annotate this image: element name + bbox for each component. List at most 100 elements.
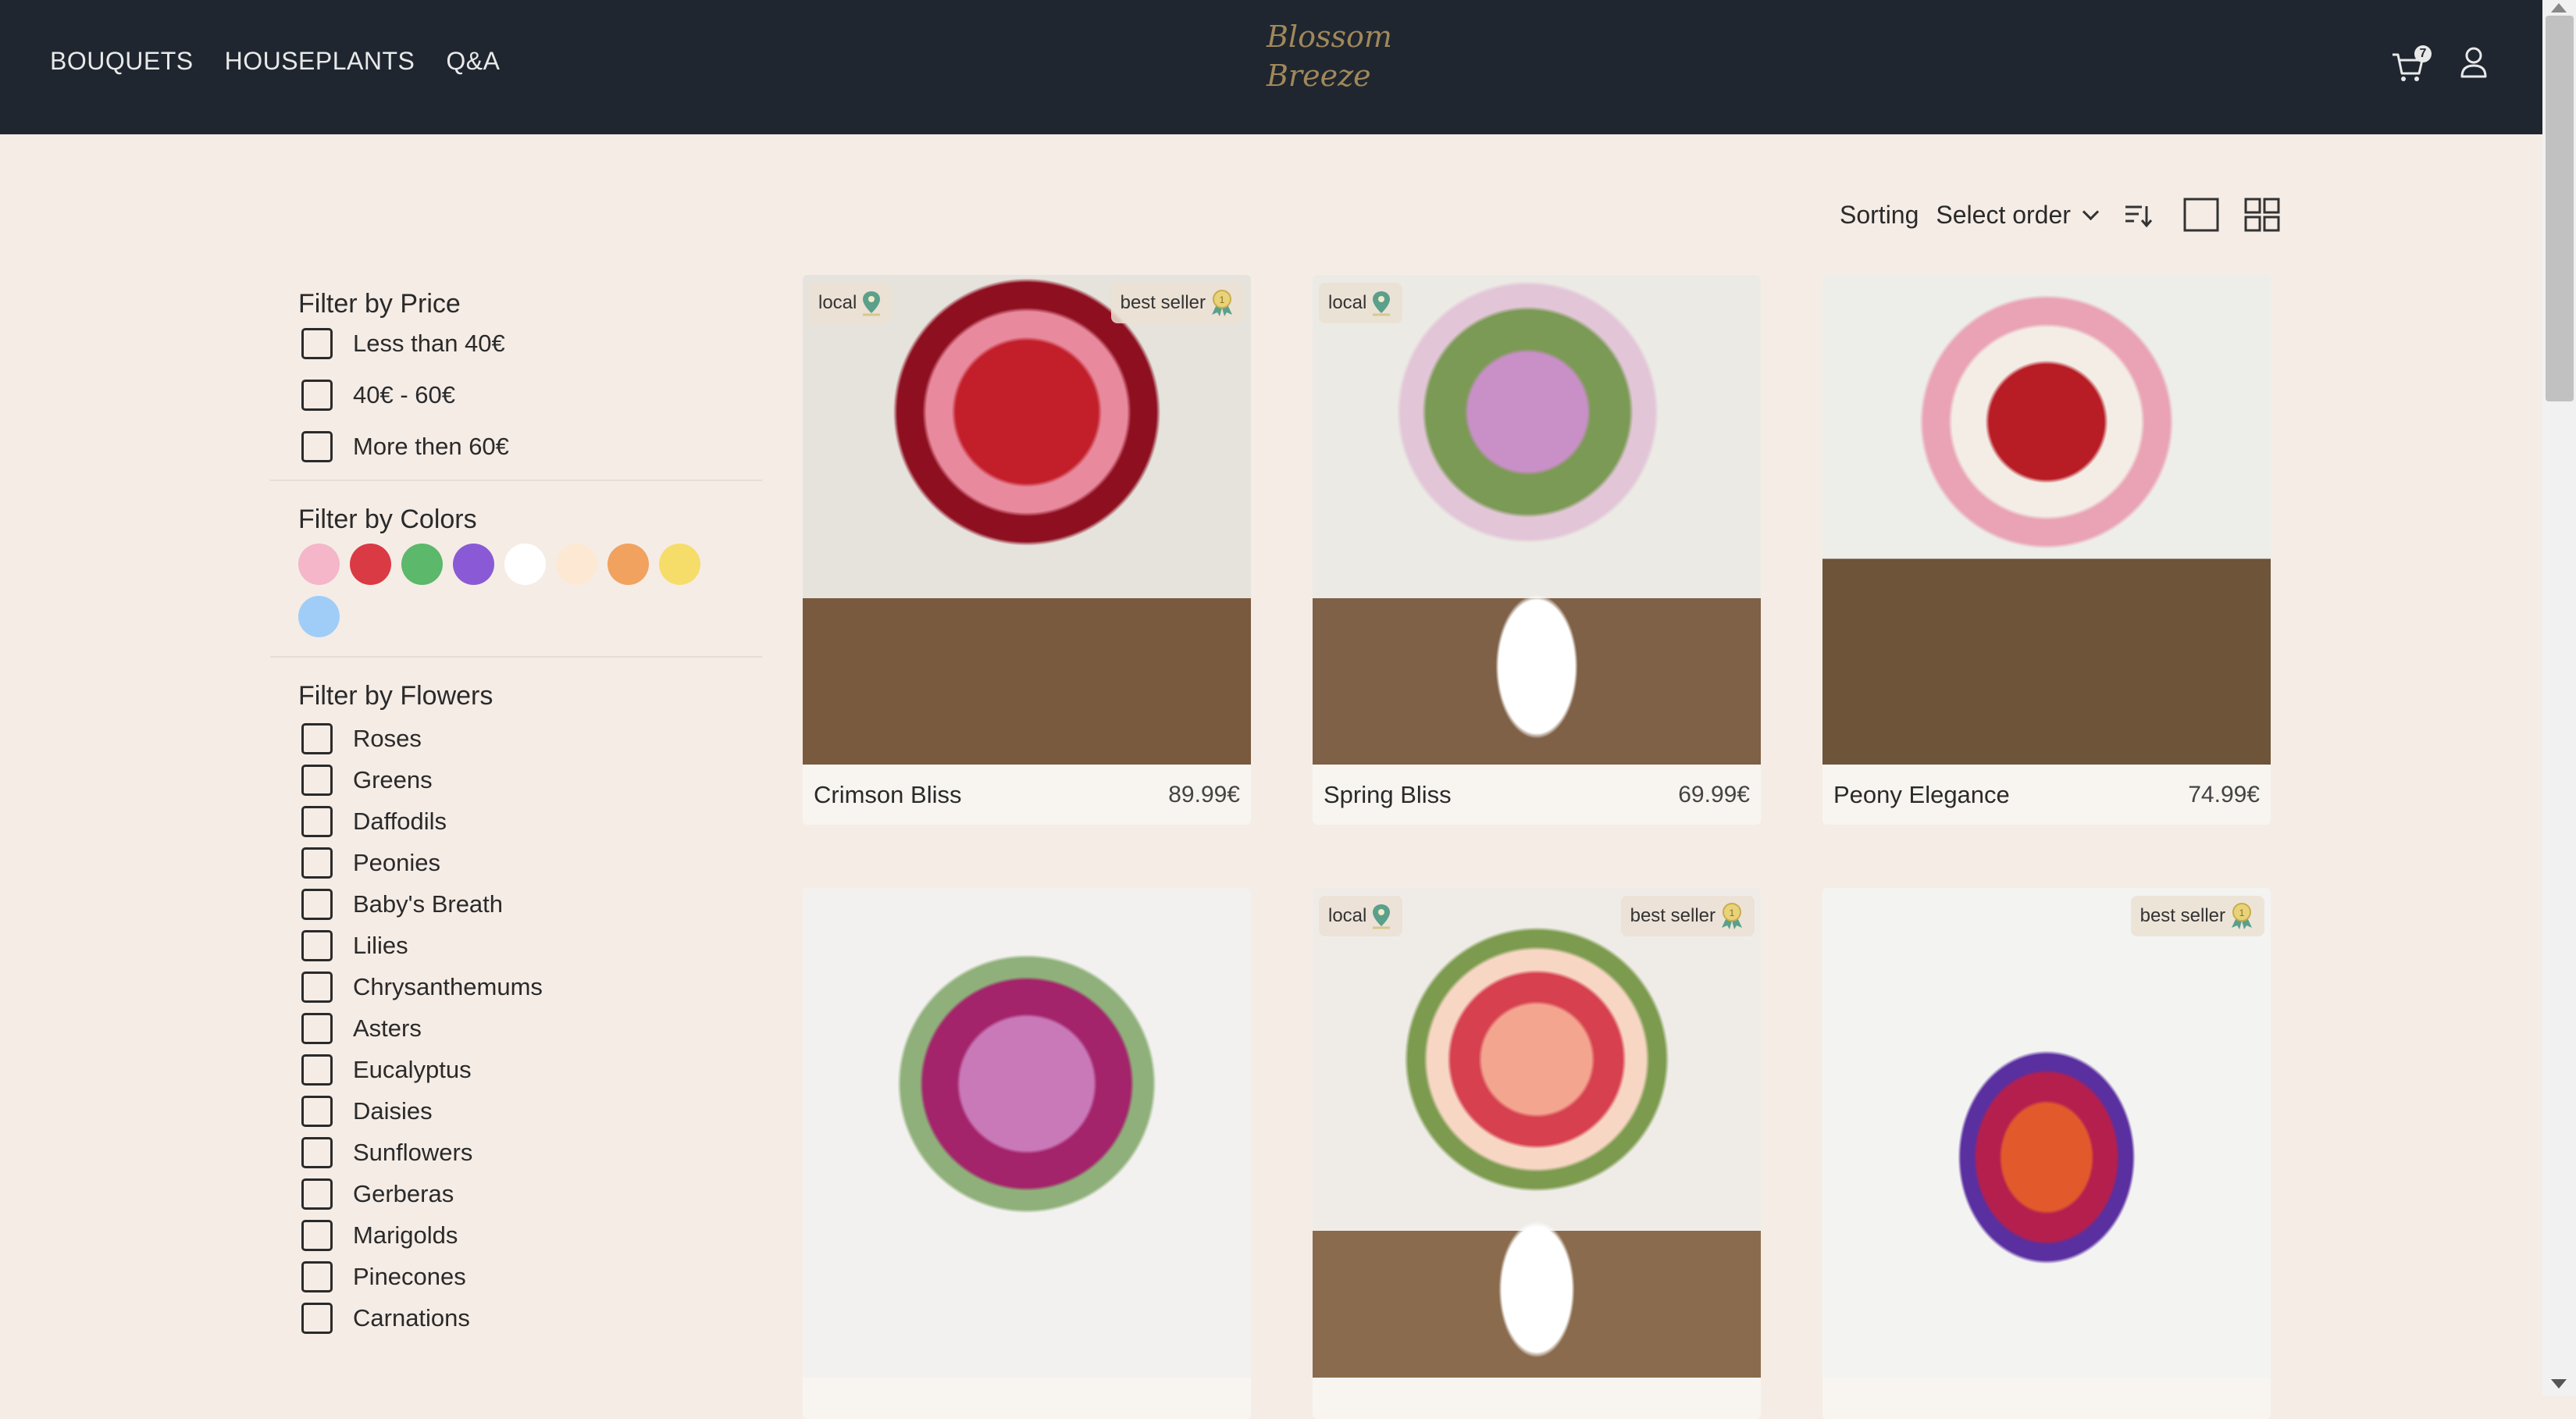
product-card[interactable]: best seller 1 [1822, 888, 2271, 1419]
sort-order-select[interactable]: Select order [1936, 201, 2100, 230]
checkbox[interactable] [301, 328, 333, 359]
product-price: 69.99€ [1678, 781, 1750, 808]
price-option-over-60[interactable]: More then 60€ [301, 431, 762, 462]
single-column-view-icon[interactable] [2182, 197, 2220, 233]
scroll-up-arrow-icon[interactable] [2551, 3, 2567, 12]
best-seller-badge: best seller 1 [1110, 283, 1245, 323]
product-info: Crimson Bliss 89.99€ [803, 765, 1251, 825]
filter-sidebar: Filter by Price Less than 40€ 40€ - 60€ … [270, 289, 762, 1334]
checkbox[interactable] [301, 1013, 333, 1044]
flower-option[interactable]: Baby's Breath [301, 889, 762, 920]
best-seller-label: best seller [2140, 905, 2225, 926]
nav-qa[interactable]: Q&A [446, 47, 500, 76]
product-image[interactable]: local best seller 1 [803, 275, 1251, 765]
flower-option-label: Daisies [353, 1097, 433, 1125]
checkbox[interactable] [301, 431, 333, 462]
color-swatch-green[interactable] [401, 544, 443, 585]
product-card[interactable]: Peony Elegance 74.99€ [1822, 275, 2271, 825]
checkbox[interactable] [301, 972, 333, 1003]
color-swatch-cream[interactable] [556, 544, 597, 585]
scrollbar-thumb[interactable] [2546, 16, 2574, 401]
nav-houseplants[interactable]: HOUSEPLANTS [225, 47, 415, 76]
checkbox[interactable] [301, 723, 333, 754]
price-option-under-40[interactable]: Less than 40€ [301, 328, 762, 359]
flower-option[interactable]: Daffodils [301, 806, 762, 837]
flower-option[interactable]: Asters [301, 1013, 762, 1044]
price-option-40-60[interactable]: 40€ - 60€ [301, 380, 762, 411]
checkbox[interactable] [301, 847, 333, 879]
flower-option-label: Baby's Breath [353, 890, 504, 918]
checkbox[interactable] [301, 889, 333, 920]
product-card[interactable] [803, 888, 1251, 1419]
product-name[interactable]: Crimson Bliss [814, 781, 961, 809]
grid-view-icon[interactable] [2243, 197, 2281, 233]
flower-option[interactable]: Chrysanthemums [301, 972, 762, 1003]
flower-option-label: Peonies [353, 849, 441, 876]
flower-option[interactable]: Roses [301, 723, 762, 754]
flower-option[interactable]: Peonies [301, 847, 762, 879]
checkbox[interactable] [301, 1303, 333, 1334]
divider [270, 480, 762, 481]
flower-option[interactable]: Daisies [301, 1096, 762, 1127]
flower-option[interactable]: Eucalyptus [301, 1054, 762, 1086]
flower-option-label: Daffodils [353, 808, 447, 835]
product-name[interactable]: Spring Bliss [1324, 781, 1452, 809]
color-swatch-yellow[interactable] [659, 544, 700, 585]
color-swatch-blue[interactable] [298, 596, 340, 637]
flower-option[interactable]: Carnations [301, 1303, 762, 1334]
user-icon [2460, 47, 2487, 78]
flower-option-label: Greens [353, 766, 433, 793]
flower-option-label: Lilies [353, 932, 408, 959]
product-image[interactable]: local best seller 1 [1313, 888, 1761, 1378]
color-swatch-orange[interactable] [607, 544, 649, 585]
flower-option[interactable]: Sunflowers [301, 1137, 762, 1168]
product-card[interactable]: local Spring Bliss 69.99€ [1313, 275, 1761, 825]
svg-text:1: 1 [1730, 907, 1735, 918]
color-swatch-pink[interactable] [298, 544, 340, 585]
brand-logo[interactable]: Blossom Breeze [1267, 17, 1407, 95]
product-price: 74.99€ [2188, 781, 2260, 808]
flower-option[interactable]: Gerberas [301, 1178, 762, 1210]
cart-count-badge: 7 [2414, 45, 2432, 62]
product-image[interactable] [1822, 275, 2271, 765]
checkbox[interactable] [301, 1261, 333, 1292]
flower-option-list: Roses Greens Daffodils Peonies Baby's Breath… [270, 723, 762, 1334]
color-swatch-red[interactable] [350, 544, 391, 585]
flower-option-label: Gerberas [353, 1180, 454, 1207]
flower-option-label: Pinecones [353, 1263, 466, 1290]
sorting-label: Sorting [1840, 200, 1919, 229]
header-bar: BOUQUETS HOUSEPLANTS Q&A Blossom Breeze … [0, 0, 2542, 134]
flower-option[interactable]: Greens [301, 765, 762, 796]
checkbox[interactable] [301, 806, 333, 837]
flower-option[interactable]: Marigolds [301, 1220, 762, 1251]
local-badge: local [1319, 896, 1403, 936]
checkbox[interactable] [301, 380, 333, 411]
filter-flowers-title: Filter by Flowers [298, 681, 493, 711]
color-swatch-purple[interactable] [453, 544, 494, 585]
checkbox[interactable] [301, 1220, 333, 1251]
product-card[interactable]: local best seller 1 Crimson Bliss 89.99€ [803, 275, 1251, 825]
checkbox[interactable] [301, 930, 333, 961]
checkbox[interactable] [301, 1054, 333, 1086]
map-pin-icon [863, 291, 881, 316]
logo-line-1: Blossom [1267, 20, 1392, 54]
product-name[interactable]: Peony Elegance [1833, 781, 2010, 809]
scroll-down-arrow-icon[interactable] [2551, 1379, 2567, 1389]
sort-toolbar: Sorting Select order [1840, 195, 2281, 234]
sort-direction-icon[interactable] [2123, 200, 2153, 230]
product-image[interactable]: best seller 1 [1822, 888, 2271, 1378]
flower-option[interactable]: Lilies [301, 930, 762, 961]
checkbox[interactable] [301, 1137, 333, 1168]
account-button[interactable] [2458, 45, 2492, 83]
color-swatch-white[interactable] [504, 544, 546, 585]
nav-bouquets[interactable]: BOUQUETS [50, 47, 194, 76]
flower-option[interactable]: Pinecones [301, 1261, 762, 1292]
product-image[interactable]: local [1313, 275, 1761, 765]
product-image[interactable] [803, 888, 1251, 1378]
checkbox[interactable] [301, 765, 333, 796]
cart-button[interactable]: 7 [2391, 45, 2433, 84]
checkbox[interactable] [301, 1096, 333, 1127]
product-card[interactable]: local best seller 1 [1313, 888, 1761, 1419]
checkbox[interactable] [301, 1178, 333, 1210]
flower-option-label: Asters [353, 1014, 422, 1042]
